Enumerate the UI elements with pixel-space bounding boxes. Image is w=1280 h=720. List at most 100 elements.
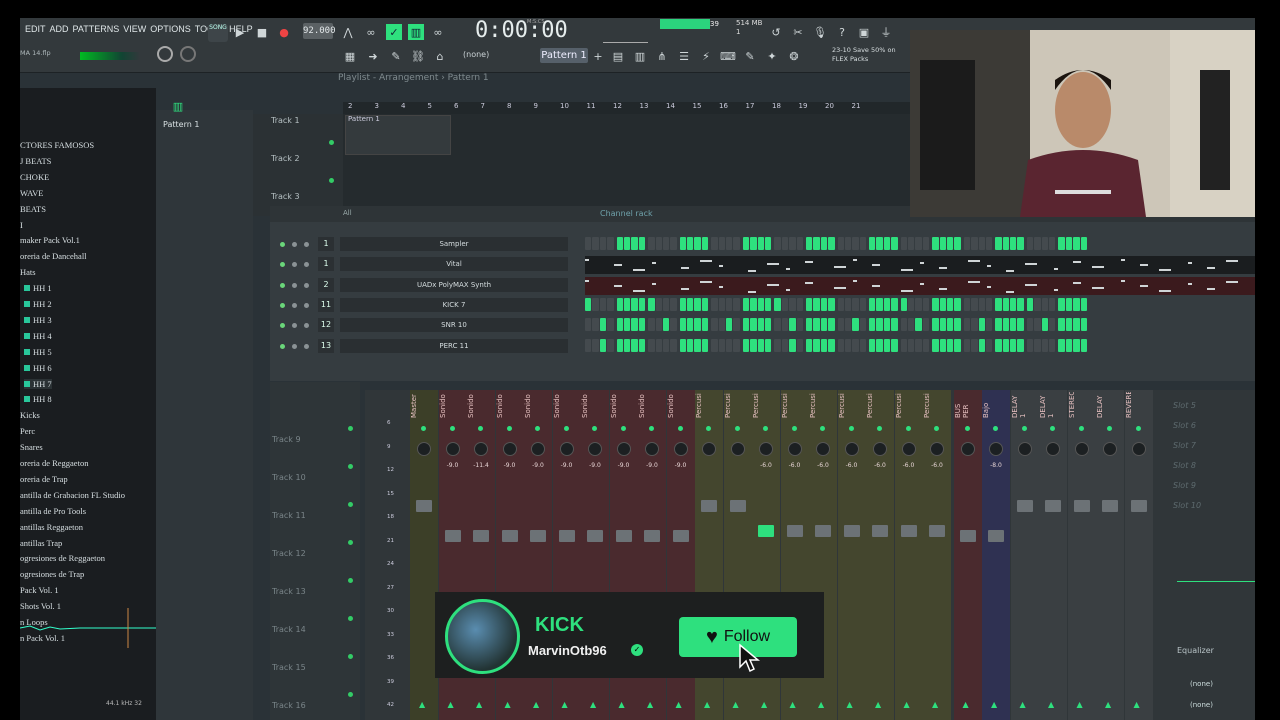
step-button[interactable] (711, 338, 718, 352)
pan-knob[interactable] (1074, 442, 1089, 456)
strip-led[interactable] (905, 426, 911, 431)
browser-item[interactable]: oreria de Dancehall (20, 251, 87, 261)
step-button[interactable] (946, 237, 954, 250)
browser-item[interactable]: Pack Vol. 1 (20, 585, 59, 595)
volume-fader[interactable] (701, 500, 717, 512)
browser-item[interactable]: oreria de Trap (20, 474, 68, 484)
step-button[interactable] (1010, 338, 1017, 352)
volume-fader[interactable] (872, 525, 888, 537)
step-button[interactable] (764, 318, 772, 332)
step-button[interactable] (631, 338, 638, 352)
mixer-icon[interactable]: ⋔ (654, 48, 670, 64)
step-button[interactable] (796, 318, 803, 332)
volume-fader[interactable] (815, 525, 831, 537)
step-button[interactable] (900, 338, 908, 352)
step-button[interactable] (757, 237, 764, 250)
select-led[interactable] (304, 262, 309, 268)
send-none-1[interactable]: (none) (1190, 680, 1213, 688)
step-button[interactable] (1010, 237, 1017, 250)
route-arrow-icon[interactable]: ▲ (1105, 700, 1111, 709)
step-button[interactable] (757, 318, 764, 332)
loop-icon[interactable]: ∞ (363, 24, 379, 40)
strip-led[interactable] (620, 426, 626, 431)
mixer-strip[interactable]: Master ▲ (410, 390, 438, 720)
pan-knob[interactable] (989, 442, 1003, 456)
mixer-strip[interactable]: Percusi -6.0 ▲ (923, 390, 951, 720)
step-button[interactable] (995, 297, 1002, 311)
step-button[interactable] (1049, 318, 1056, 332)
pan-knob[interactable] (1103, 442, 1117, 456)
step-button[interactable] (805, 297, 813, 311)
effect-slot[interactable]: Slot 6 (1173, 416, 1201, 436)
volume-fader[interactable] (929, 525, 945, 537)
mixer-strip[interactable]: STEREO ▲ (1067, 390, 1096, 720)
menu-edit[interactable]: EDIT (25, 24, 46, 34)
step-button[interactable] (638, 297, 646, 311)
channel-filter[interactable]: All (343, 209, 352, 217)
piano-icon[interactable]: ▥ (170, 98, 186, 114)
step-button[interactable] (946, 318, 954, 332)
solo-led[interactable] (292, 323, 297, 329)
step-button[interactable] (1002, 338, 1010, 352)
volume-fader[interactable] (988, 530, 1004, 542)
browser-item[interactable]: antillas Reggaeton (20, 522, 83, 532)
step-button[interactable] (764, 237, 772, 250)
step-button[interactable] (805, 338, 813, 352)
route-arrow-icon[interactable]: ▲ (963, 700, 969, 709)
step-button[interactable] (963, 318, 971, 332)
step-button[interactable] (939, 297, 946, 311)
step-button[interactable] (796, 297, 803, 311)
route-arrow-icon[interactable]: ▲ (1077, 700, 1083, 709)
step-button[interactable] (774, 297, 781, 311)
step-button[interactable] (711, 237, 718, 250)
pan-knob[interactable] (645, 442, 659, 456)
pan-knob[interactable] (1046, 442, 1060, 456)
step-button[interactable] (592, 297, 599, 311)
strip-led[interactable] (563, 426, 569, 431)
step-button[interactable] (844, 297, 852, 311)
strip-led[interactable] (1021, 426, 1027, 431)
browser-item[interactable]: HH 7 (24, 378, 52, 389)
step-button[interactable] (1049, 297, 1056, 311)
track-name[interactable]: Track 3 (271, 192, 300, 201)
effect-slot[interactable]: Slot 8 (1173, 456, 1201, 476)
playlist-icon[interactable]: ▤ (610, 48, 626, 64)
pan-knob[interactable] (844, 442, 859, 456)
volume-fader[interactable] (1073, 500, 1090, 512)
pan-knob[interactable] (531, 442, 545, 456)
step-button[interactable] (750, 297, 757, 311)
step-button[interactable] (623, 297, 631, 311)
volume-fader[interactable] (729, 500, 746, 512)
solo-led[interactable] (292, 242, 297, 247)
step-button[interactable] (954, 297, 961, 311)
send-none-2[interactable]: (none) (1190, 701, 1213, 709)
step-button[interactable] (1002, 318, 1010, 332)
step-button[interactable] (844, 237, 852, 250)
step-button[interactable] (869, 318, 876, 332)
channel-name[interactable]: Vital (340, 257, 568, 272)
volume-fader[interactable] (786, 525, 803, 537)
step-button[interactable] (985, 338, 993, 352)
step-button[interactable] (592, 318, 599, 332)
volume-fader[interactable] (758, 525, 774, 537)
step-button[interactable] (985, 237, 993, 250)
step-button[interactable] (971, 237, 978, 250)
step-button[interactable] (616, 297, 623, 311)
browser-item[interactable]: HH 3 (24, 315, 52, 325)
step-button[interactable] (985, 318, 993, 332)
channel-name[interactable]: PERC 11 (340, 338, 568, 353)
step-button[interactable] (1065, 338, 1073, 352)
step-button[interactable] (932, 338, 939, 352)
step-button[interactable] (694, 297, 701, 311)
step-button[interactable] (820, 318, 828, 332)
track-led[interactable] (329, 140, 334, 145)
step-button[interactable] (828, 297, 835, 311)
step-button[interactable] (876, 338, 883, 352)
step-button[interactable] (900, 297, 908, 311)
step-button[interactable] (859, 318, 867, 332)
link-icon[interactable]: ⛓ (410, 48, 426, 64)
step-button[interactable] (607, 297, 614, 311)
pan-knob[interactable] (673, 442, 688, 456)
track-led[interactable] (348, 692, 353, 697)
step-button[interactable] (1073, 338, 1080, 352)
